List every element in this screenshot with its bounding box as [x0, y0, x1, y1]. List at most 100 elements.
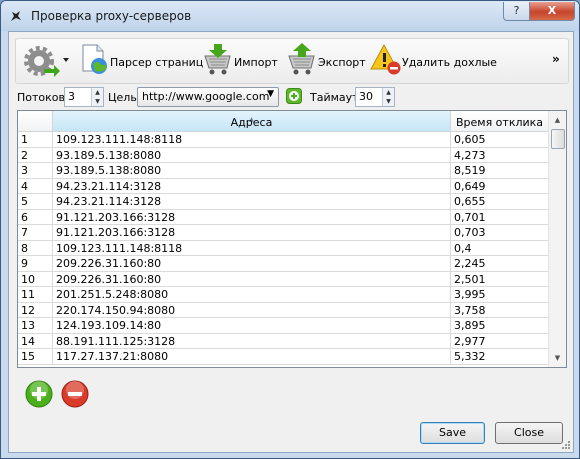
- table-row[interactable]: 1 109.123.111.148:8118 0,605: [18, 132, 548, 148]
- delete-dead-button[interactable]: Удалить дохлые: [370, 42, 497, 80]
- row-number: 15: [18, 349, 53, 365]
- table-row[interactable]: 9 209.226.31.160:80 2,245: [18, 256, 548, 272]
- table-row[interactable]: 7 91.121.203.166:3128 0,703: [18, 225, 548, 241]
- export-label: Экспорт: [318, 56, 366, 69]
- table-row[interactable]: 8 109.123.111.148:8118 0,4: [18, 240, 548, 256]
- row-number: 12: [18, 302, 53, 318]
- response-time: 0,655: [451, 194, 548, 210]
- response-time: 2,501: [451, 272, 548, 287]
- timeout-label: Таймаут: [310, 91, 359, 104]
- table-row[interactable]: 11 201.251.5.248:8080 3,995: [18, 287, 548, 303]
- help-button[interactable]: ?: [503, 2, 530, 21]
- table-row[interactable]: 2 93.189.5.138:8080 4,273: [18, 147, 548, 163]
- row-number: 8: [18, 240, 53, 256]
- proxy-address: 91.121.203.166:3128: [53, 209, 451, 225]
- threads-stepper-arrows[interactable]: ▲ ▼: [91, 88, 103, 106]
- proxy-checker-window: Проверка proxy-серверов ? X Парсер стран…: [0, 0, 580, 459]
- timeout-spinbox[interactable]: 30 ▲ ▼: [355, 87, 395, 107]
- proxy-address: 109.123.111.148:8118: [53, 240, 451, 256]
- scrollbar-thumb[interactable]: [551, 129, 565, 149]
- page-globe-icon: [82, 44, 107, 74]
- toolbar: Парсер страниц Импорт Экспорт Удалить до…: [15, 38, 569, 84]
- app-icon: [11, 11, 21, 21]
- response-time: 3,895: [451, 318, 548, 334]
- row-number: 9: [18, 256, 53, 272]
- table-body: 1 109.123.111.148:8118 0,605 2 93.189.5.138…: [18, 132, 548, 365]
- import-button[interactable]: Импорт: [202, 42, 278, 80]
- toolbar-overflow-button[interactable]: »: [552, 52, 560, 66]
- cart-import-icon: [204, 44, 231, 75]
- response-time: 5,332: [451, 349, 548, 365]
- export-button[interactable]: Экспорт: [286, 42, 366, 80]
- cart-export-icon: [288, 43, 315, 75]
- settings-row: Потоков 3 ▲ ▼ Цель http://www.google.com …: [9, 86, 573, 110]
- response-time: 0,701: [451, 210, 548, 225]
- page-parser-button[interactable]: Парсер страниц: [78, 42, 203, 80]
- row-number: 4: [18, 178, 53, 194]
- table-row[interactable]: 5 94.23.21.114:3128 0,655: [18, 194, 548, 210]
- table-row[interactable]: 13 124.193.109.14:80 3,895: [18, 318, 548, 334]
- target-label: Цель: [108, 91, 137, 104]
- row-number: 3: [18, 163, 53, 179]
- table-row[interactable]: 3 93.189.5.138:8080 8,519: [18, 163, 548, 179]
- scroll-up-icon[interactable]: ▲: [550, 112, 565, 128]
- table-row[interactable]: 4 94.23.21.114:3128 0,649: [18, 178, 548, 194]
- timeout-stepper-arrows[interactable]: ▲ ▼: [382, 88, 394, 106]
- proxy-address: 88.191.111.125:3128: [53, 333, 451, 349]
- timeout-value: 30: [359, 90, 373, 103]
- target-value: http://www.google.com: [142, 90, 270, 103]
- delete-dead-label: Удалить дохлые: [402, 56, 497, 69]
- proxy-address: 201.251.5.248:8080: [53, 287, 451, 303]
- proxy-address: 109.123.111.148:8118: [53, 132, 451, 148]
- remove-proxy-button[interactable]: [61, 380, 89, 408]
- proxy-address: 124.193.109.14:80: [53, 318, 451, 334]
- response-time: 4,273: [451, 148, 548, 163]
- chevron-down-icon: ▼: [267, 89, 274, 99]
- row-number: 1: [18, 132, 53, 148]
- column-header-response-time[interactable]: Время отклика: [451, 111, 548, 131]
- import-label: Импорт: [234, 56, 278, 69]
- add-target-icon[interactable]: [286, 88, 302, 104]
- settings-menu-button[interactable]: [24, 45, 70, 77]
- response-time: 2,977: [451, 334, 548, 349]
- resize-grip-icon[interactable]: [561, 440, 571, 450]
- scroll-down-icon[interactable]: ▼: [550, 350, 565, 366]
- proxy-address: 93.189.5.138:8080: [53, 147, 451, 163]
- response-time: 0,4: [451, 241, 548, 256]
- table-row[interactable]: 14 88.191.111.125:3128 2,977: [18, 333, 548, 349]
- proxy-table: ▲ Адреса Время отклика 1 109.123.111.148:…: [17, 110, 567, 368]
- proxy-address: 209.226.31.160:80: [53, 271, 451, 287]
- response-time: 0,605: [451, 132, 548, 148]
- row-number: 10: [18, 271, 53, 287]
- close-window-button[interactable]: X: [529, 2, 575, 21]
- row-number: 5: [18, 194, 53, 210]
- save-button[interactable]: Save: [420, 422, 485, 444]
- row-number: 14: [18, 333, 53, 349]
- table-header: ▲ Адреса Время отклика: [18, 111, 548, 132]
- table-row[interactable]: 6 91.121.203.166:3128 0,701: [18, 209, 548, 225]
- response-time: 0,649: [451, 179, 548, 194]
- proxy-address: 93.189.5.138:8080: [53, 163, 451, 179]
- window-title: Проверка proxy-серверов: [31, 9, 192, 23]
- row-number: 6: [18, 209, 53, 225]
- proxy-address: 117.27.137.21:8080: [53, 349, 451, 365]
- column-header-response-time-label: Время отклика: [455, 116, 544, 129]
- column-header-address[interactable]: ▲ Адреса: [53, 111, 451, 131]
- table-scrollbar[interactable]: ▲ ▼: [548, 111, 566, 367]
- close-button[interactable]: Close: [495, 422, 563, 444]
- table-row[interactable]: 10 209.226.31.160:80 2,501: [18, 271, 548, 287]
- table-row[interactable]: 12 220.174.150.94:8080 3,758: [18, 302, 548, 318]
- response-time: 3,995: [451, 287, 548, 303]
- title-bar[interactable]: Проверка proxy-серверов ? X: [1, 1, 579, 31]
- add-proxy-button[interactable]: [25, 380, 53, 408]
- response-time: 8,519: [451, 163, 548, 179]
- target-combobox[interactable]: http://www.google.com ▼: [137, 87, 279, 107]
- page-parser-label: Парсер страниц: [110, 56, 204, 69]
- proxy-address: 220.174.150.94:8080: [53, 302, 451, 318]
- proxy-address: 94.23.21.114:3128: [53, 178, 451, 194]
- table-row[interactable]: 15 117.27.137.21:8080 5,332: [18, 349, 548, 365]
- threads-spinbox[interactable]: 3 ▲ ▼: [64, 87, 104, 107]
- header-corner[interactable]: [18, 111, 53, 131]
- proxy-address: 94.23.21.114:3128: [53, 194, 451, 210]
- proxy-address: 209.226.31.160:80: [53, 256, 451, 272]
